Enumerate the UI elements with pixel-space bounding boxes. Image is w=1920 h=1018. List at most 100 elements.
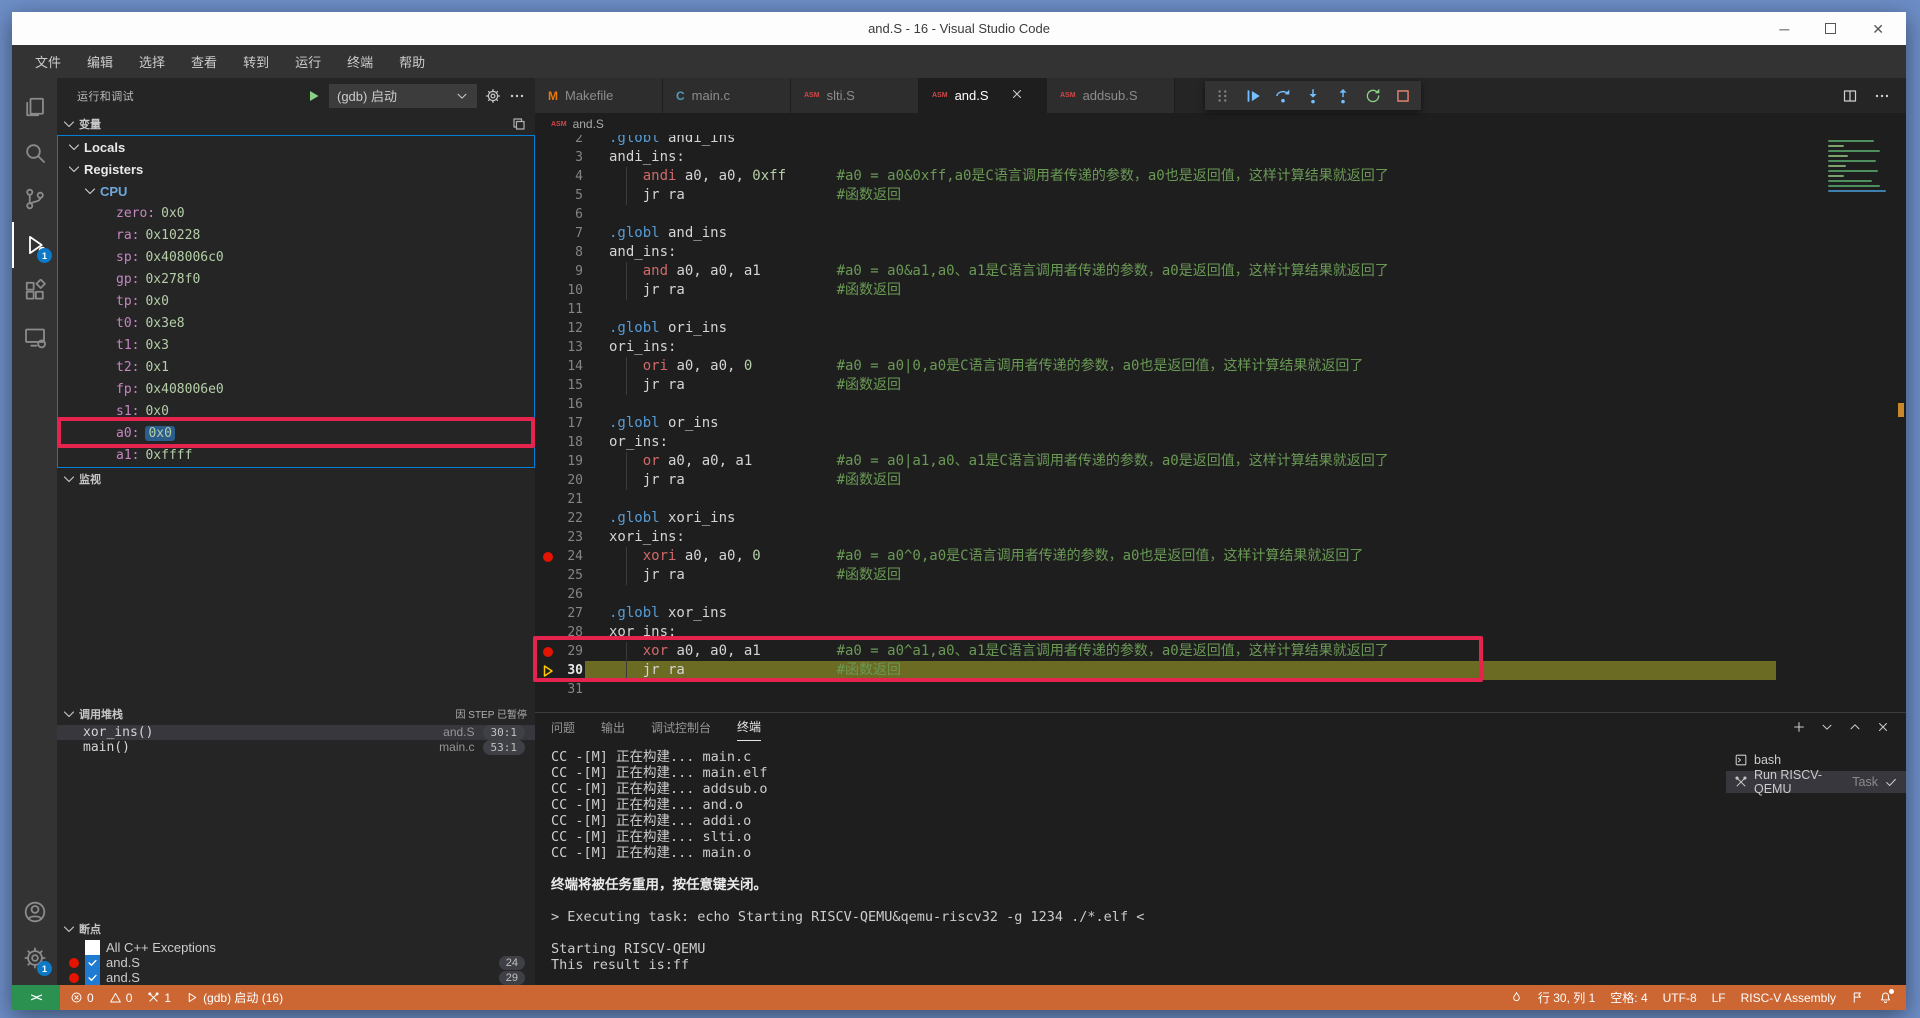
line-gutter[interactable]: 31 [535,680,609,699]
code-line[interactable]: 22.globl xori_ins [535,509,1906,528]
status-flag[interactable] [1851,991,1864,1004]
drag-handle-icon[interactable] [1214,87,1232,105]
step-into-icon[interactable] [1304,87,1322,105]
breakpoint-row[interactable]: and.S29 [57,970,535,985]
breakpoint-row[interactable]: All C++ Exceptions [57,940,535,955]
more-actions-icon[interactable] [509,88,525,104]
stop-icon[interactable] [1394,87,1412,105]
terminal-list-item[interactable]: Run RISCV-QEMUTask [1726,771,1906,793]
code-line[interactable]: 17.globl or_ins [535,414,1906,433]
variable-row[interactable]: gp:0x278f0 [58,268,534,290]
code-line[interactable]: 23xori_ins: [535,528,1906,547]
new-terminal-icon[interactable] [1792,720,1806,734]
menu-item-6[interactable]: 运行 [282,47,334,76]
activity-item-extensions[interactable] [12,268,57,314]
menu-item-1[interactable]: 文件 [22,47,74,76]
activity-item-search[interactable] [12,130,57,176]
status-bell[interactable] [1879,991,1892,1004]
menu-item-5[interactable]: 转到 [230,47,282,76]
status-run[interactable]: (gdb) 启动 (16) [186,989,283,1006]
variable-row[interactable]: t1:0x3 [58,334,534,356]
line-gutter[interactable]: 4 [535,167,609,186]
line-gutter[interactable]: 5 [535,186,609,205]
menu-item-2[interactable]: 编辑 [74,47,126,76]
copy-icon[interactable] [511,116,527,132]
line-gutter[interactable]: 24 [535,547,609,566]
minimap[interactable] [1828,137,1890,192]
step-out-icon[interactable] [1334,87,1352,105]
variable-row[interactable]: fp:0x408006e0 [58,378,534,400]
line-gutter[interactable]: 22 [535,509,609,528]
line-gutter[interactable]: 17 [535,414,609,433]
status-flame[interactable] [1510,991,1523,1004]
menu-item-8[interactable]: 帮助 [386,47,438,76]
variable-row[interactable]: Locals [58,136,534,158]
variable-row[interactable]: t2:0x1 [58,356,534,378]
breakpoint-checkbox[interactable] [85,940,100,955]
restart-icon[interactable] [1364,87,1382,105]
call-stack-frame[interactable]: xor_ins()and.S30:1 [57,725,535,740]
code-line[interactable]: 4 andi a0, a0, 0xff#a0 = a0&0xff,a0是C语言调… [535,167,1906,186]
line-gutter[interactable]: 13 [535,338,609,357]
line-gutter[interactable]: 18 [535,433,609,452]
close-panel-icon[interactable] [1876,720,1890,734]
line-gutter[interactable]: 21 [535,490,609,509]
code-line[interactable]: 6 [535,205,1906,224]
code-line[interactable]: 10 jr ra#函数返回 [535,281,1906,300]
line-gutter[interactable]: 2 [535,135,609,148]
code-editor[interactable]: 2.globl andi_ins3andi_ins:4 andi a0, a0,… [535,135,1906,712]
status-info-1[interactable]: 行 30, 列 1 [1538,989,1595,1006]
panel-tab-问题[interactable]: 问题 [551,713,575,741]
split-editor-icon[interactable] [1842,88,1858,104]
gear-icon[interactable] [485,88,501,104]
code-line[interactable]: 24 xori a0, a0, 0#a0 = a0^0,a0是C语言调用者传递的… [535,547,1906,566]
variable-row[interactable]: sp:0x408006c0 [58,246,534,268]
line-gutter[interactable]: 7 [535,224,609,243]
activity-item-account[interactable] [12,889,57,935]
code-line[interactable]: 20 jr ra#函数返回 [535,471,1906,490]
terminal-output[interactable]: CC -[M] 正在构建... main.cCC -[M] 正在构建... ma… [535,741,1726,985]
variable-row[interactable]: ra:0x10228 [58,224,534,246]
variable-row[interactable]: zero:0x0 [58,202,534,224]
line-gutter[interactable]: 27 [535,604,609,623]
tab-Makefile[interactable]: MMakefile [535,78,663,113]
code-line[interactable]: 2.globl andi_ins [535,135,1906,148]
tab-addsub.S[interactable]: ASMaddsub.S [1047,78,1175,113]
panel-tab-调试控制台[interactable]: 调试控制台 [651,713,711,741]
line-gutter[interactable]: 26 [535,585,609,604]
call-stack-section-header[interactable]: 调用堆栈 因 STEP 已暂停 [57,703,535,725]
variable-row[interactable]: tp:0x0 [58,290,534,312]
status-tools[interactable]: 1 [147,991,171,1005]
tab-and.S[interactable]: ASMand.S [919,78,1047,113]
close-icon[interactable]: ✕ [1872,22,1884,36]
variable-row[interactable]: CPU [58,180,534,202]
code-line[interactable]: 31 [535,680,1906,699]
close-icon[interactable] [1010,87,1024,104]
activity-item-run-debug[interactable]: 1 [12,222,57,268]
code-line[interactable]: 8and_ins: [535,243,1906,262]
minimize-icon[interactable]: ─ [1779,22,1789,36]
menu-item-3[interactable]: 选择 [126,47,178,76]
variable-row[interactable]: t0:0x3e8 [58,312,534,334]
line-gutter[interactable]: 11 [535,300,609,319]
line-gutter[interactable]: 8 [535,243,609,262]
breakpoint-row[interactable]: and.S24 [57,955,535,970]
line-gutter[interactable]: 19 [535,452,609,471]
status-warning[interactable]: 0 [109,991,133,1005]
line-gutter[interactable]: 15 [535,376,609,395]
status-info-4[interactable]: LF [1712,991,1726,1005]
start-debug-icon[interactable] [305,88,321,104]
tab-slti.S[interactable]: ASMslti.S [791,78,919,113]
line-gutter[interactable]: 25 [535,566,609,585]
more-actions-icon[interactable] [1874,88,1890,104]
line-gutter[interactable]: 14 [535,357,609,376]
code-line[interactable]: 3andi_ins: [535,148,1906,167]
code-line[interactable]: 25 jr ra#函数返回 [535,566,1906,585]
menu-item-7[interactable]: 终端 [334,47,386,76]
breakpoint-checkbox[interactable] [85,955,100,970]
variables-section-header[interactable]: 变量 [57,113,535,135]
continue-icon[interactable] [1244,87,1262,105]
variable-row[interactable]: Registers [58,158,534,180]
line-gutter[interactable]: 6 [535,205,609,224]
status-info-3[interactable]: UTF-8 [1663,991,1697,1005]
